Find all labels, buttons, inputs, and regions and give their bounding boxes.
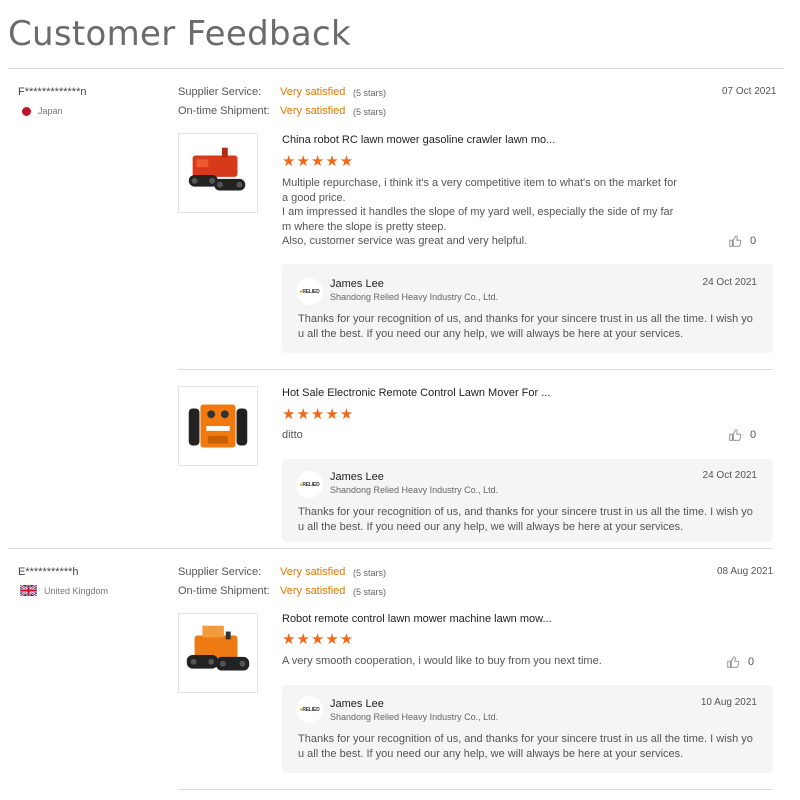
review-text-line: Also, customer service was great and ver… — [282, 235, 528, 247]
buyer-name: F*************n — [18, 86, 87, 98]
buyer-name: E***********h — [18, 566, 79, 578]
like-count: 0 — [750, 429, 757, 441]
reply-author: James Lee — [330, 471, 384, 483]
supplier-reply: ● RELIED James Lee Shandong Relied Heavy … — [282, 685, 773, 773]
reply-date: 24 Oct 2021 — [702, 277, 757, 288]
reply-text-line: u all the best. If you need our any help… — [298, 327, 684, 340]
supplier-logo: ● RELIED — [296, 696, 323, 723]
review-text-line: a good price. — [282, 191, 346, 204]
lawn-mower-image — [186, 625, 250, 671]
lawn-mower-image — [188, 404, 248, 448]
ontime-shipment-rating: Very satisfied — [280, 585, 346, 597]
review-date: 08 Aug 2021 — [717, 566, 774, 577]
review-text-line: I am impressed it handles the slope of m… — [282, 206, 674, 218]
review-text: ditto — [282, 428, 687, 443]
country-label: United Kingdom — [44, 585, 109, 596]
product-star-rating: ★★★★★ — [282, 153, 355, 170]
product-review: Hot Sale Electronic Remote Control Lawn … — [178, 386, 773, 542]
review-text: Multiple repurchase, i think it's a very… — [282, 176, 687, 249]
reply-text-line: Thanks for your recognition of us, and t… — [298, 313, 753, 325]
title-divider — [8, 68, 784, 69]
ontime-shipment-rating: Very satisfied — [280, 105, 346, 117]
reply-text-line: Thanks for your recognition of us, and t… — [298, 506, 753, 518]
logo-text: RELIED — [302, 481, 320, 488]
review-text-line: ditto — [282, 429, 303, 441]
supplier-service-rating: Very satisfied — [280, 86, 346, 98]
product-star-rating: ★★★★★ — [282, 631, 355, 648]
like-button[interactable]: 0 — [728, 234, 756, 248]
supplier-service-stars: (5 stars) — [353, 568, 387, 578]
buyer-country: Japan — [22, 106, 63, 116]
reply-company: Shandong Relied Heavy Industry Co., Ltd. — [330, 712, 499, 722]
thumbs-up-icon — [727, 656, 740, 668]
product-review: Robot remote control lawn mower machine … — [178, 613, 773, 773]
reply-text: Thanks for your recognition of us, and t… — [298, 732, 760, 761]
product-thumbnail[interactable] — [178, 133, 258, 213]
reply-author: James Lee — [330, 698, 384, 710]
product-title-link[interactable]: China robot RC lawn mower gasoline crawl… — [282, 134, 555, 146]
logo-text: RELIED — [302, 706, 320, 713]
product-review: China robot RC lawn mower gasoline crawl… — [178, 133, 773, 353]
product-title-link[interactable]: Robot remote control lawn mower machine … — [282, 613, 552, 625]
reply-company: Shandong Relied Heavy Industry Co., Ltd. — [330, 292, 499, 302]
supplier-service-label: Supplier Service: — [178, 566, 262, 578]
like-button[interactable]: 0 — [726, 655, 754, 669]
review-date: 07 Oct 2021 — [722, 86, 777, 97]
like-count: 0 — [748, 656, 755, 668]
reply-text-line: Thanks for your recognition of us, and t… — [298, 733, 753, 745]
ontime-shipment-stars: (5 stars) — [353, 587, 387, 597]
product-star-rating: ★★★★★ — [282, 406, 355, 423]
review-text-line: m where the slope is pretty steep. — [282, 220, 447, 233]
reply-text: Thanks for your recognition of us, and t… — [298, 505, 760, 534]
reply-date: 24 Oct 2021 — [702, 470, 757, 481]
reply-date: 10 Aug 2021 — [700, 697, 757, 708]
page-title: Customer Feedback — [8, 14, 351, 54]
review-text-line: Multiple repurchase, i think it's a very… — [282, 177, 677, 189]
reply-text-line: u all the best. If you need our any help… — [298, 747, 684, 760]
supplier-service-stars: (5 stars) — [353, 88, 387, 98]
flag-uk-icon — [20, 585, 37, 596]
country-label: Japan — [38, 106, 63, 116]
ontime-shipment-label: On-time Shipment: — [178, 105, 270, 117]
buyer-country: United Kingdom — [20, 585, 108, 596]
product-title-link[interactable]: Hot Sale Electronic Remote Control Lawn … — [282, 387, 550, 399]
supplier-reply: ● RELIED James Lee Shandong Relied Heavy … — [282, 459, 773, 542]
supplier-service-rating: Very satisfied — [280, 566, 346, 578]
review-text: A very smooth cooperation, i would like … — [282, 654, 687, 669]
supplier-reply: ● RELIED James Lee Shandong Relied Heavy … — [282, 264, 773, 353]
reply-text: Thanks for your recognition of us, and t… — [298, 312, 760, 341]
logo-text: RELIED — [302, 288, 320, 295]
product-divider — [178, 369, 773, 370]
product-thumbnail[interactable] — [178, 386, 258, 466]
like-count: 0 — [750, 235, 757, 247]
like-button[interactable]: 0 — [728, 428, 756, 442]
review-divider — [8, 548, 773, 549]
reply-company: Shandong Relied Heavy Industry Co., Ltd. — [330, 485, 499, 495]
thumbs-up-icon — [729, 429, 742, 441]
supplier-logo: ● RELIED — [296, 471, 323, 498]
lawn-mower-image — [188, 147, 246, 191]
reply-text-line: u all the best. If you need our any help… — [298, 520, 684, 533]
product-divider — [178, 789, 773, 790]
ontime-shipment-stars: (5 stars) — [353, 107, 387, 117]
product-thumbnail[interactable] — [178, 613, 258, 693]
reply-author: James Lee — [330, 278, 384, 290]
thumbs-up-icon — [729, 235, 742, 247]
supplier-service-label: Supplier Service: — [178, 86, 262, 98]
flag-japan-icon — [22, 106, 31, 116]
supplier-logo: ● RELIED — [296, 278, 323, 305]
ontime-shipment-label: On-time Shipment: — [178, 585, 270, 597]
review-text-line: A very smooth cooperation, i would like … — [282, 655, 602, 667]
